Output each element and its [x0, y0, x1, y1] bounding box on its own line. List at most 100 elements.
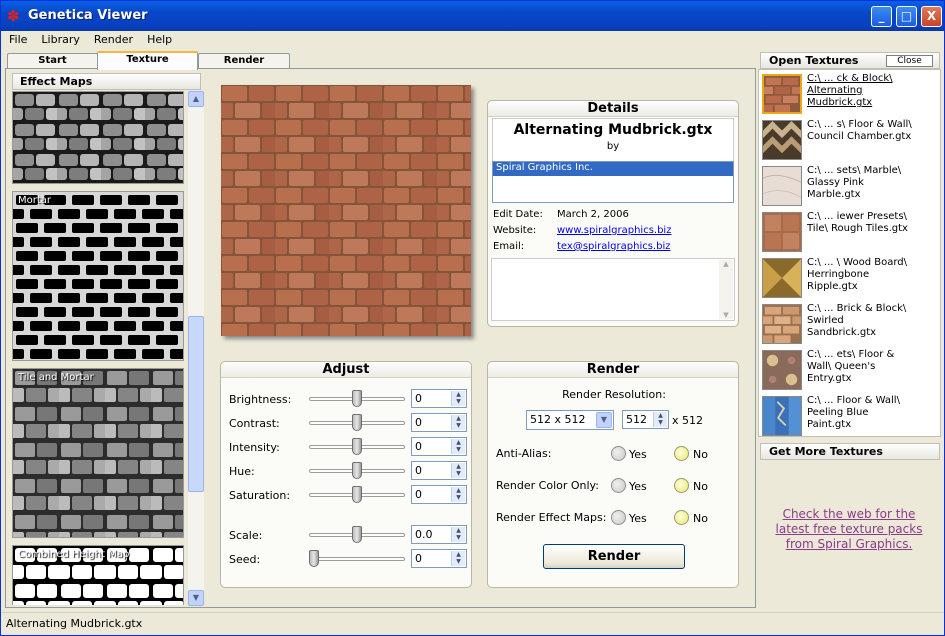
spin-arrows-icon[interactable]: ▲ ▼: [451, 551, 465, 566]
effect-maps-label: Render Effect Maps:: [496, 511, 607, 524]
saturation-slider-thumb[interactable]: [352, 486, 362, 503]
effect-map-tile-and-mortar[interactable]: Tile and Mortar: [12, 368, 184, 538]
spin-arrows-icon[interactable]: ▲ ▼: [451, 463, 465, 478]
hue-value: 0: [415, 464, 422, 477]
effect-maps-yes-radio[interactable]: [611, 510, 626, 525]
open-textures-list[interactable]: C:\ ... ck & Block\ Alternating Mudbrick.g…: [756, 69, 941, 440]
texture-path-line: C:\ ... ets\ Floor &: [807, 349, 895, 360]
scroll-thumb[interactable]: [188, 316, 204, 492]
menu-bar: File Library Render Help: [1, 31, 944, 49]
hue-input[interactable]: 0 ▲ ▼: [411, 461, 467, 480]
effect-map-mortar[interactable]: Mortar: [12, 191, 184, 361]
description-box[interactable]: ▲ ▼: [491, 258, 735, 321]
resolution-width-input[interactable]: 512 ▲ ▼: [622, 410, 669, 429]
website-link[interactable]: www.spiralgraphics.biz: [557, 225, 671, 236]
resolution-select[interactable]: 512 x 512 ▼: [526, 410, 614, 430]
effect-map-combined-height[interactable]: Combined Height Map: [12, 545, 184, 605]
spin-arrows-icon[interactable]: ▲ ▼: [451, 439, 465, 454]
open-texture-item[interactable]: C:\ ... sets\ Marble\ Glassy Pink Marble.g…: [761, 164, 939, 210]
saturation-input[interactable]: 0 ▲ ▼: [411, 485, 467, 504]
spin-arrows-icon[interactable]: ▲ ▼: [653, 412, 667, 427]
texture-path[interactable]: C:\ ... ets\ Floor & Wall\ Queen's Entry.g…: [807, 349, 939, 385]
color-only-no-radio[interactable]: [674, 478, 689, 493]
texture-thumbnail[interactable]: [762, 212, 802, 252]
intensity-input[interactable]: 0 ▲ ▼: [411, 437, 467, 456]
texture-path[interactable]: C:\ ... s\ Floor & Wall\ Council Chamber.…: [807, 119, 939, 143]
minimize-button[interactable]: _: [871, 6, 892, 27]
texture-thumbnail[interactable]: [757, 74, 808, 114]
get-more-link[interactable]: Check the web for the latest free textur…: [770, 507, 928, 552]
texture-path-line: Mudbrick.gtx: [807, 97, 873, 108]
brightness-slider-thumb[interactable]: [352, 390, 362, 407]
open-texture-item[interactable]: C:\ ... ck & Block\ Alternating Mudbrick.g…: [757, 72, 939, 118]
title-bar[interactable]: ✽ Genetica Viewer _ □ X: [1, 1, 944, 31]
close-button[interactable]: X: [921, 6, 942, 27]
open-texture-item[interactable]: C:\ ... Floor & Wall\ Peeling Blue Paint.g…: [761, 394, 939, 440]
texture-path[interactable]: C:\ ... sets\ Marble\ Glassy Pink Marble.g…: [807, 165, 939, 201]
contrast-slider-thumb[interactable]: [352, 414, 362, 431]
open-texture-item[interactable]: C:\ ... s\ Floor & Wall\ Council Chamber.…: [761, 118, 939, 164]
spin-arrows-icon[interactable]: ▲ ▼: [451, 487, 465, 502]
maximize-button[interactable]: □: [896, 6, 917, 27]
menu-library[interactable]: Library: [33, 31, 85, 46]
hue-slider-thumb[interactable]: [352, 462, 362, 479]
tab-render[interactable]: Render: [198, 53, 290, 69]
spin-arrows-icon[interactable]: ▲ ▼: [451, 415, 465, 430]
intensity-slider-thumb[interactable]: [352, 438, 362, 455]
scroll-up-arrow-icon[interactable]: ▲: [719, 260, 733, 268]
spin-arrows-icon[interactable]: ▲ ▼: [451, 527, 465, 542]
description-scrollbar[interactable]: ▲ ▼: [719, 260, 733, 319]
texture-thumbnail[interactable]: [762, 258, 802, 298]
color-only-no-label: No: [693, 480, 708, 493]
open-texture-item[interactable]: C:\ ... Brick & Block\ Swirled Sandbrick.g…: [756, 302, 939, 348]
open-texture-item[interactable]: C:\ ... ets\ Floor & Wall\ Queen's Entry.g…: [761, 348, 939, 394]
texture-path[interactable]: C:\ ... iewer Presets\ Tile\ Rough Tiles.…: [807, 211, 939, 235]
spin-arrows-icon[interactable]: ▲ ▼: [451, 391, 465, 406]
open-texture-item[interactable]: C:\ ... \ Wood Board\ Herringbone Ripple.g…: [761, 256, 939, 302]
texture-path[interactable]: C:\ ... \ Wood Board\ Herringbone Ripple.g…: [807, 257, 939, 293]
texture-thumbnail[interactable]: [756, 304, 809, 344]
seed-input[interactable]: 0 ▲ ▼: [411, 549, 467, 568]
scale-input[interactable]: 0.0 ▲ ▼: [411, 525, 467, 544]
texture-path[interactable]: C:\ ... ck & Block\ Alternating Mudbrick.g…: [807, 73, 939, 109]
color-only-yes-radio[interactable]: [611, 478, 626, 493]
chevron-down-icon[interactable]: ▼: [596, 412, 612, 428]
menu-render[interactable]: Render: [86, 31, 139, 46]
effect-maps-list[interactable]: Mortar Tile and Mortar Combined Height M…: [12, 91, 184, 605]
tab-texture[interactable]: Texture: [97, 51, 198, 70]
texture-tab-panel: Effect Maps Mortar Tile and Mortar Combi…: [5, 68, 756, 608]
anti-alias-yes-radio[interactable]: [611, 446, 626, 461]
author-item[interactable]: Spiral Graphics Inc.: [493, 162, 733, 176]
menu-file[interactable]: File: [1, 31, 33, 46]
texture-path-line: C:\ ... Floor & Wall\: [807, 395, 900, 406]
website-label: Website:: [493, 225, 537, 236]
seed-slider-thumb[interactable]: [309, 550, 319, 567]
brightness-input[interactable]: 0 ▲ ▼: [411, 389, 467, 408]
details-name-box: Alternating Mudbrick.gtx by: [492, 118, 734, 162]
anti-alias-no-label: No: [693, 448, 708, 461]
anti-alias-no-radio[interactable]: [674, 446, 689, 461]
effect-maps-no-radio[interactable]: [674, 510, 689, 525]
email-link[interactable]: tex@spiralgraphics.biz: [557, 241, 670, 252]
scroll-down-arrow-icon[interactable]: ▼: [719, 311, 733, 319]
effect-map-item[interactable]: [12, 91, 184, 184]
render-button[interactable]: Render: [543, 544, 685, 569]
texture-path[interactable]: C:\ ... Brick & Block\ Swirled Sandbrick.g…: [807, 303, 939, 339]
texture-thumbnail[interactable]: [762, 396, 802, 436]
texture-thumbnail[interactable]: [762, 350, 802, 390]
effect-maps-scrollbar[interactable]: ▲ ▼: [188, 91, 204, 606]
texture-path[interactable]: C:\ ... Floor & Wall\ Peeling Blue Paint.g…: [807, 395, 939, 431]
contrast-input[interactable]: 0 ▲ ▼: [411, 413, 467, 432]
open-texture-item[interactable]: C:\ ... iewer Presets\ Tile\ Rough Tiles.…: [761, 210, 939, 256]
author-listbox[interactable]: Spiral Graphics Inc.: [492, 161, 734, 203]
texture-thumbnail[interactable]: [762, 166, 802, 206]
scroll-up-arrow-icon[interactable]: ▲: [188, 91, 204, 107]
scroll-down-arrow-icon[interactable]: ▼: [188, 590, 204, 606]
tab-start[interactable]: Start: [7, 53, 98, 69]
seed-slider[interactable]: [309, 557, 405, 561]
texture-path-line: Paint.gtx: [807, 419, 852, 430]
close-textures-button[interactable]: Close: [886, 55, 933, 67]
texture-thumbnail[interactable]: [762, 120, 802, 160]
scale-slider-thumb[interactable]: [352, 526, 362, 543]
menu-help[interactable]: Help: [139, 31, 178, 46]
